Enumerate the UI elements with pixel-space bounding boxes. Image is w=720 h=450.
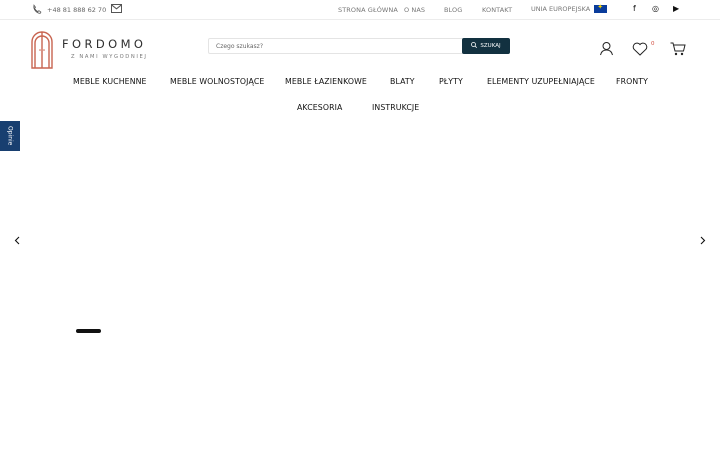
nav-item-fronts[interactable]: FRONTY bbox=[616, 77, 648, 86]
heart-icon[interactable] bbox=[632, 41, 648, 60]
account-icon[interactable] bbox=[599, 41, 614, 60]
eu-info[interactable]: UNIA EUROPEJSKA bbox=[531, 3, 608, 13]
nav-item-instructions[interactable]: INSTRUKCJE bbox=[372, 103, 419, 112]
youtube-icon[interactable]: ▶ bbox=[673, 4, 679, 13]
slider-next-button[interactable] bbox=[698, 234, 708, 246]
brand-logo[interactable]: FORDOMO Z NAMI WYGODNIEJ bbox=[30, 29, 170, 69]
cart-icon[interactable] bbox=[670, 41, 686, 60]
nav-item-kitchen-furniture[interactable]: MEBLE KUCHENNE bbox=[73, 77, 147, 86]
top-link-blog[interactable]: BLOG bbox=[444, 6, 462, 14]
search-input[interactable] bbox=[209, 39, 473, 53]
slider-indicator[interactable] bbox=[76, 329, 101, 333]
instagram-icon[interactable]: ◎ bbox=[652, 4, 659, 13]
nav-item-worktops[interactable]: BLATY bbox=[390, 77, 415, 86]
phone-number: +48 81 888 62 70 bbox=[47, 6, 107, 14]
email-icon[interactable] bbox=[111, 4, 122, 15]
nav-item-bathroom-furniture[interactable]: MEBLE ŁAZIENKOWE bbox=[285, 77, 367, 86]
top-link-home[interactable]: STRONA GŁÓWNA bbox=[338, 6, 398, 14]
phone-contact[interactable]: +48 81 888 62 70 bbox=[32, 4, 106, 16]
brand-logo-icon bbox=[31, 31, 53, 69]
nav-item-complementary-elements[interactable]: ELEMENTY UZUPEŁNIAJĄCE bbox=[487, 77, 595, 86]
search-button-label: SZUKAJ bbox=[480, 43, 501, 49]
nav-item-boards[interactable]: PŁYTY bbox=[439, 77, 463, 86]
chevron-right-icon bbox=[700, 236, 706, 244]
facebook-icon[interactable]: f bbox=[633, 4, 636, 13]
favorites-count: 0 bbox=[651, 41, 655, 47]
brand-name: FORDOMO bbox=[62, 37, 147, 51]
phone-icon bbox=[32, 4, 42, 16]
nav-item-freestanding-furniture[interactable]: MEBLE WOLNOSTOJĄCE bbox=[170, 77, 264, 86]
search-button[interactable]: SZUKAJ bbox=[462, 38, 510, 54]
slider-previous-button[interactable] bbox=[12, 234, 22, 246]
top-bar: +48 81 888 62 70 STRONA GŁÓWNA O NAS BLO… bbox=[0, 0, 720, 20]
search-icon bbox=[471, 42, 478, 50]
reviews-side-tab[interactable]: Opinie bbox=[0, 121, 20, 151]
top-link-contact[interactable]: KONTAKT bbox=[482, 6, 512, 14]
nav-item-accessories[interactable]: AKCESORIA bbox=[297, 103, 342, 112]
top-link-about[interactable]: O NAS bbox=[404, 6, 425, 14]
eu-label: UNIA EUROPEJSKA bbox=[531, 5, 591, 13]
chevron-left-icon bbox=[14, 236, 20, 244]
search-form: SZUKAJ bbox=[208, 38, 510, 54]
eu-flag-icon bbox=[594, 3, 608, 13]
brand-tagline: Z NAMI WYGODNIEJ bbox=[71, 54, 148, 60]
